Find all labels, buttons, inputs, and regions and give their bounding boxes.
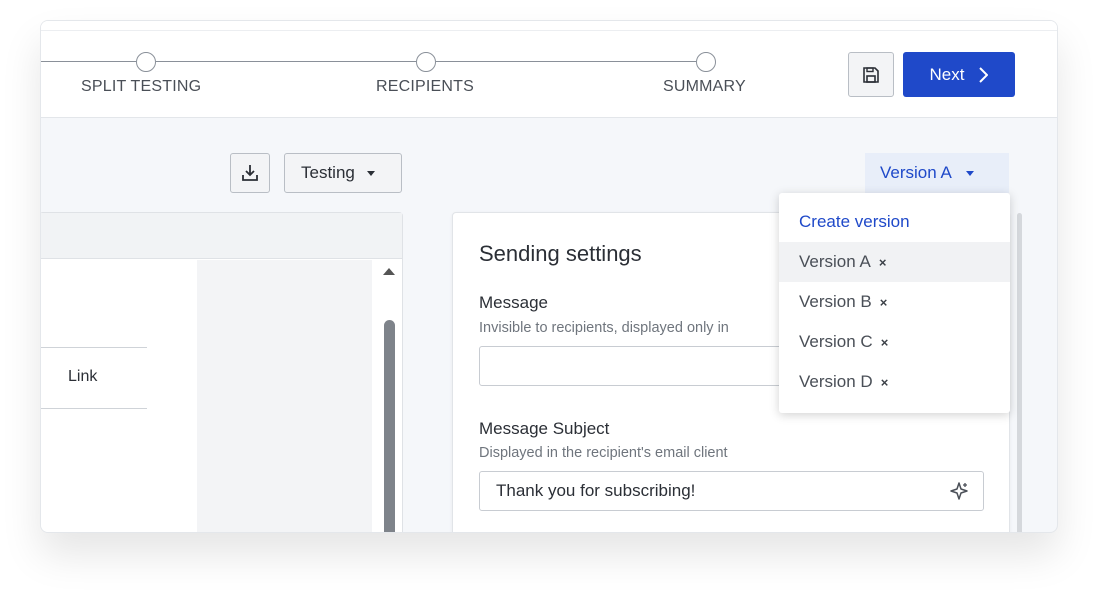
testing-dropdown-label: Testing — [301, 163, 355, 182]
sparkle-icon[interactable] — [949, 481, 969, 501]
step-split-testing-circle[interactable] — [136, 52, 156, 72]
download-button[interactable] — [230, 153, 270, 193]
progress-line — [156, 61, 416, 62]
message-subject-label: Message Subject — [479, 419, 610, 438]
link-block[interactable]: Link — [68, 368, 97, 386]
version-dropdown-label: Version A — [880, 163, 952, 182]
step-split-testing-label[interactable]: SPLIT TESTING — [81, 78, 201, 96]
progress-line — [41, 61, 136, 62]
version-item[interactable]: Version B × — [779, 282, 1010, 322]
chevron-right-icon — [979, 66, 989, 83]
campaign-editor-window: SPLIT TESTING RECIPIENTS SUMMARY Next Te… — [40, 20, 1058, 533]
caret-down-icon — [366, 170, 375, 176]
message-subject-input[interactable]: Thank you for subscribing! — [479, 471, 984, 511]
testing-dropdown[interactable]: Testing — [284, 153, 402, 193]
header-top-strip — [41, 21, 1057, 31]
message-label: Message — [479, 293, 548, 312]
step-recipients-label[interactable]: RECIPIENTS — [376, 78, 474, 96]
close-icon[interactable]: × — [879, 255, 887, 270]
save-button[interactable] — [848, 52, 894, 97]
step-summary-circle[interactable] — [696, 52, 716, 72]
message-subject-value: Thank you for subscribing! — [496, 481, 696, 500]
close-icon[interactable]: × — [880, 295, 888, 310]
scroll-up-arrow-icon[interactable] — [383, 268, 395, 275]
close-icon[interactable]: × — [881, 335, 889, 350]
scroll-thumb[interactable] — [384, 320, 395, 532]
divider — [41, 347, 147, 348]
version-item-label: Version D — [799, 372, 873, 391]
progress-line — [436, 61, 696, 62]
next-button-label: Next — [929, 64, 965, 84]
divider — [41, 408, 147, 409]
version-item[interactable]: Version C × — [779, 322, 1010, 362]
editor-header — [41, 213, 402, 259]
close-icon[interactable]: × — [881, 375, 889, 390]
panel-title: Sending settings — [479, 241, 642, 266]
version-item-label: Version B — [799, 292, 872, 311]
version-item[interactable]: Version D × — [779, 362, 1010, 402]
floppy-disk-icon — [863, 66, 879, 83]
editor-scrollbar[interactable] — [372, 260, 402, 532]
version-dropdown[interactable]: Version A — [865, 153, 1009, 193]
message-subject-help-text: Displayed in the recipient's email clien… — [479, 445, 728, 461]
version-item[interactable]: Version A × — [779, 242, 1010, 282]
message-help-text: Invisible to recipients, displayed only … — [479, 320, 729, 336]
email-editor-preview: Link — [41, 212, 403, 532]
step-recipients-circle[interactable] — [416, 52, 436, 72]
download-icon — [242, 165, 258, 181]
editor-side-area — [197, 260, 372, 532]
version-item-label: Version A — [799, 252, 871, 271]
create-version-item[interactable]: Create version — [779, 202, 1010, 242]
next-button[interactable]: Next — [903, 52, 1015, 97]
version-dropdown-menu: Create version Version A × Version B × V… — [779, 193, 1010, 413]
wizard-header: SPLIT TESTING RECIPIENTS SUMMARY Next — [41, 21, 1057, 118]
step-summary-label[interactable]: SUMMARY — [663, 78, 746, 96]
caret-down-icon — [965, 170, 974, 176]
panel-scrollbar[interactable] — [1017, 213, 1022, 532]
version-item-label: Version C — [799, 332, 873, 351]
